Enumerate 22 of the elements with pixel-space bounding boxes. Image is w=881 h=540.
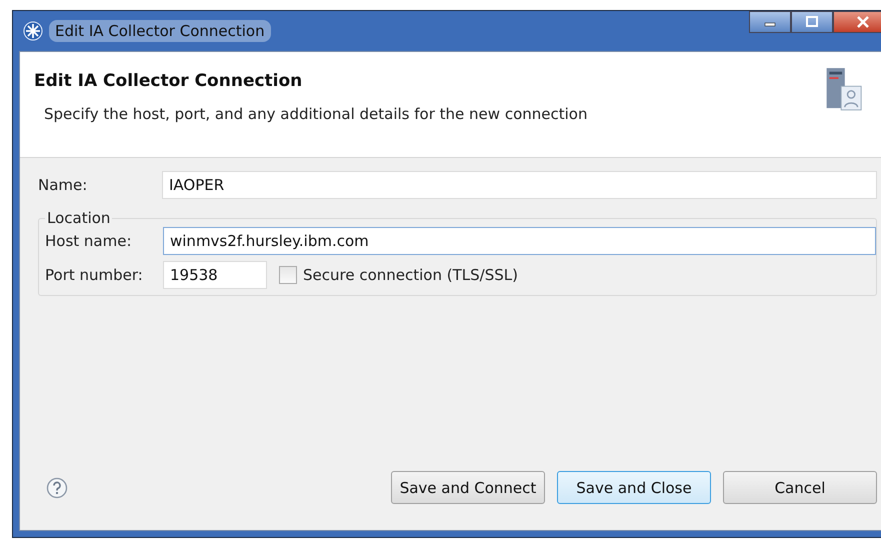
dialog-heading: Edit IA Collector Connection bbox=[34, 71, 304, 91]
close-button[interactable] bbox=[833, 11, 881, 33]
window-title: Edit IA Collector Connection bbox=[49, 20, 271, 42]
secure-checkbox[interactable] bbox=[279, 266, 297, 284]
maximize-button[interactable] bbox=[791, 11, 833, 33]
name-label: Name: bbox=[38, 176, 88, 194]
dialog-button[interactable]: Save and Connect bbox=[391, 471, 545, 504]
help-icon[interactable] bbox=[46, 476, 68, 498]
port-label: Port number: bbox=[45, 266, 144, 284]
dialog-description: Specify the host, port, and any additional details for the new connection bbox=[43, 105, 588, 123]
star-icon bbox=[23, 21, 43, 41]
dialog-button[interactable]: Save and Close bbox=[557, 471, 711, 504]
dialog-button[interactable]: Cancel bbox=[723, 471, 877, 504]
name-field[interactable]: IAOPER bbox=[162, 171, 877, 199]
maximize-icon bbox=[805, 16, 819, 28]
host-field[interactable]: winmvs2f.hursley.ibm.com bbox=[163, 227, 876, 255]
close-icon bbox=[856, 16, 870, 28]
host-label: Host name: bbox=[45, 232, 133, 250]
secure-label: Secure connection (TLS/SSL) bbox=[303, 266, 518, 284]
port-field[interactable]: 19538 bbox=[163, 261, 267, 289]
minimize-button[interactable] bbox=[749, 11, 791, 33]
location-legend: Location bbox=[45, 209, 112, 227]
